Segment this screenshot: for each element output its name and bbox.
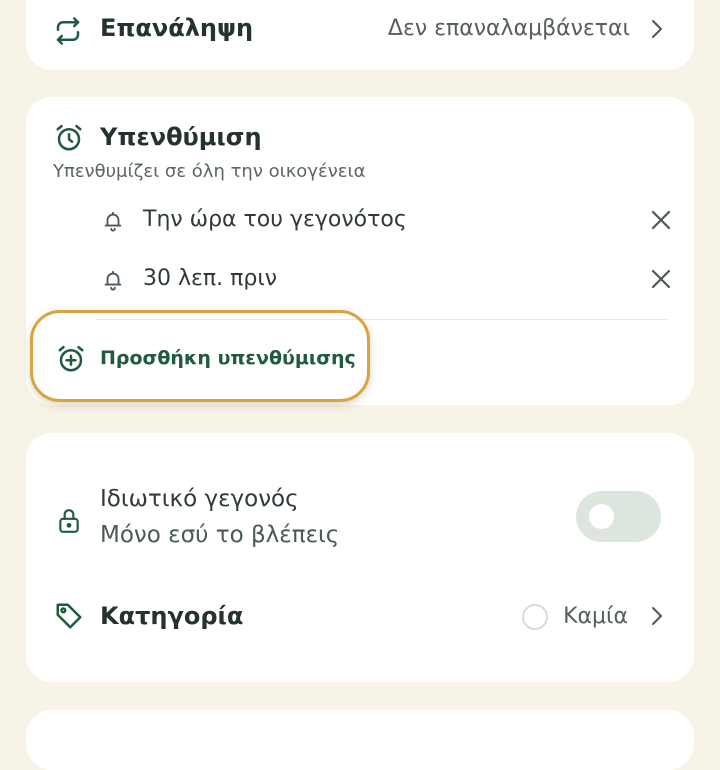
add-reminder-label: Προσθήκη υπενθύμισης xyxy=(100,347,356,369)
tag-icon xyxy=(54,601,84,631)
repeat-card: Επανάληψη Δεν επαναλαμβάνεται xyxy=(26,0,694,70)
reminder-card: Υπενθύμιση Υπενθυμίζει σε όλη την οικογέ… xyxy=(26,97,694,405)
private-event-title: Ιδιωτικό γεγονός xyxy=(100,486,299,512)
reminder-subtitle: Υπενθυμίζει σε όλη την οικογένεια xyxy=(53,161,366,182)
toggle-knob xyxy=(589,504,614,529)
alarm-clock-icon xyxy=(54,123,84,153)
reminder-item-label: Την ώρα του γεγονότος xyxy=(143,207,407,232)
close-icon[interactable] xyxy=(650,268,672,294)
add-reminder-button[interactable]: Προσθήκη υπενθύμισης xyxy=(30,310,370,402)
chevron-right-icon xyxy=(650,18,664,44)
repeat-icon xyxy=(53,16,83,46)
close-icon[interactable] xyxy=(650,209,672,235)
lock-icon xyxy=(56,506,82,536)
private-event-subtitle: Μόνο εσύ το βλέπεις xyxy=(100,522,340,548)
category-color-circle xyxy=(522,604,548,630)
repeat-title: Επανάληψη xyxy=(100,14,254,42)
next-card xyxy=(26,710,694,770)
chevron-right-icon xyxy=(650,605,664,631)
privacy-category-card: Ιδιωτικό γεγονός Μόνο εσύ το βλέπεις Κατ… xyxy=(26,433,694,682)
reminder-item: Την ώρα του γεγονότος xyxy=(26,199,694,243)
repeat-value: Δεν επαναλαμβάνεται xyxy=(387,16,630,41)
bell-icon xyxy=(102,268,124,296)
private-event-toggle[interactable] xyxy=(576,491,661,542)
bell-icon xyxy=(102,209,124,237)
reminder-title: Υπενθύμιση xyxy=(100,123,262,151)
reminder-item-label: 30 λεπ. πριν xyxy=(143,266,278,291)
reminder-item: 30 λεπ. πριν xyxy=(26,258,694,302)
add-alarm-icon xyxy=(56,344,86,374)
category-title: Κατηγορία xyxy=(100,602,244,630)
category-value: Καμία xyxy=(563,604,628,629)
